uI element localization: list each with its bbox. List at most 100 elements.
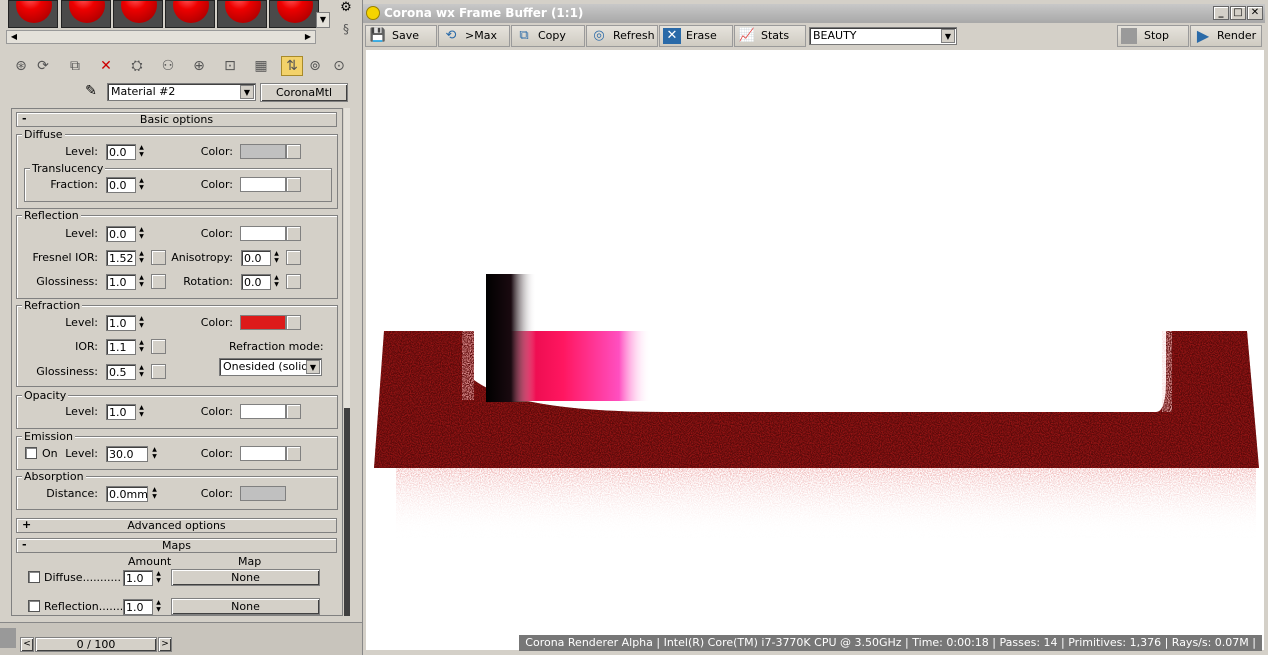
basic-options-rollout[interactable]: - Basic options [16, 112, 337, 127]
refresh-button[interactable]: ◎ Refresh [586, 25, 658, 47]
scroll-right-button[interactable]: ▶ [301, 31, 315, 43]
chevron-down-icon[interactable]: ▼ [941, 29, 955, 43]
refraction-color-swatch[interactable] [240, 315, 286, 330]
show-end-result-icon[interactable]: ▦ [250, 56, 272, 76]
copy-button[interactable]: ⧉ Copy [511, 25, 585, 47]
put-to-scene-icon[interactable]: ⟳ [32, 56, 54, 76]
timeline-next-button[interactable]: > [158, 637, 172, 652]
diffuse-level-input[interactable]: 0.0 [106, 144, 136, 160]
sample-slot-1[interactable] [8, 0, 58, 28]
translucency-map-button[interactable] [286, 177, 301, 192]
sample-slot-4[interactable] [165, 0, 215, 28]
anisotropy-map-button[interactable] [286, 250, 301, 265]
panel-scrollbar[interactable] [344, 108, 350, 616]
material-navigator-icon[interactable]: ⊙ [328, 56, 350, 76]
refraction-level-spinner[interactable]: ▲ ▼ [137, 315, 146, 331]
render-button[interactable]: ▶ Render [1190, 25, 1262, 47]
fresnel-ior-spinner[interactable]: ▲ ▼ [137, 250, 146, 266]
fresnel-ior-input[interactable]: 1.52 [106, 250, 136, 266]
slots-scroll-down-button[interactable]: ▼ [316, 12, 330, 28]
put-to-library-icon[interactable]: ⚇ [157, 56, 179, 76]
diffuse-map-amount-input[interactable]: 1.0 [123, 570, 153, 586]
sample-slot-3[interactable] [113, 0, 163, 28]
close-button[interactable]: ✕ [1247, 6, 1263, 20]
to-max-button[interactable]: ⟲ >Max [438, 25, 510, 47]
stats-button[interactable]: 📈 Stats [734, 25, 806, 47]
eyedropper-icon[interactable]: ✎ [82, 83, 100, 101]
reflection-glossiness-map-button[interactable] [151, 274, 166, 289]
sample-slot-5[interactable] [217, 0, 267, 28]
go-to-parent-icon[interactable]: ⇅ [281, 56, 303, 76]
refraction-glossiness-input[interactable]: 0.5 [106, 364, 136, 380]
slots-scrollbar[interactable]: ◀ ▶ [6, 30, 316, 44]
reflection-level-input[interactable]: 0.0 [106, 226, 136, 242]
maps-rollout[interactable]: - Maps [16, 538, 337, 553]
canvas-scrollbar[interactable] [1264, 50, 1268, 650]
emission-level-spinner[interactable]: ▲ ▼ [150, 446, 159, 462]
refraction-mode-select[interactable]: Onesided (solid) ▼ [219, 358, 322, 376]
get-material-icon[interactable]: ⊛ [10, 56, 32, 76]
fresnel-map-button[interactable] [151, 250, 166, 265]
diffuse-map-slot-button[interactable]: None [171, 569, 320, 586]
ior-input[interactable]: 1.1 [106, 339, 136, 355]
refraction-glossiness-map-button[interactable] [151, 364, 166, 379]
refraction-glossiness-spinner[interactable]: ▲ ▼ [137, 364, 146, 380]
material-id-icon[interactable]: ⊕ [188, 56, 210, 76]
emission-on-checkbox[interactable] [25, 447, 37, 459]
go-forward-sibling-icon[interactable]: ⊚ [304, 56, 326, 76]
opacity-level-input[interactable]: 1.0 [106, 404, 136, 420]
absorption-distance-input[interactable]: 0.0mm [106, 486, 148, 502]
render-canvas[interactable] [366, 50, 1268, 650]
make-unique-icon[interactable]: ⛭ [126, 56, 148, 76]
translucency-fraction-spinner[interactable]: ▲ ▼ [137, 177, 146, 193]
minimize-button[interactable]: _ [1213, 6, 1229, 20]
anisotropy-input[interactable]: 0.0 [241, 250, 271, 266]
diffuse-map-checkbox[interactable] [28, 571, 40, 583]
anisotropy-spinner[interactable]: ▲ ▼ [272, 250, 281, 266]
refraction-level-input[interactable]: 1.0 [106, 315, 136, 331]
rotation-map-button[interactable] [286, 274, 301, 289]
frame-buffer-titlebar[interactable]: Corona wx Frame Buffer (1:1) _ □ ✕ [363, 4, 1265, 23]
emission-map-button[interactable] [286, 446, 301, 461]
opacity-color-swatch[interactable] [240, 404, 286, 419]
chevron-down-icon[interactable]: ▼ [306, 360, 320, 374]
material-type-button[interactable]: CoronaMtl [260, 83, 348, 102]
backlight-icon[interactable]: § [337, 22, 355, 40]
sample-type-icon[interactable]: ⚙ [337, 0, 355, 18]
ior-map-button[interactable] [151, 339, 166, 354]
ior-spinner[interactable]: ▲ ▼ [137, 339, 146, 355]
stop-button[interactable]: Stop [1117, 25, 1189, 47]
reflection-map-amount-input[interactable]: 1.0 [123, 599, 153, 615]
reflection-map-checkbox[interactable] [28, 600, 40, 612]
show-map-icon[interactable]: ⊡ [219, 56, 241, 76]
opacity-level-spinner[interactable]: ▲ ▼ [137, 404, 146, 420]
opacity-map-button[interactable] [286, 404, 301, 419]
emission-color-swatch[interactable] [240, 446, 286, 461]
material-name-field[interactable]: Material #2 ▼ [107, 83, 256, 101]
translucency-fraction-input[interactable]: 0.0 [106, 177, 136, 193]
reflection-glossiness-input[interactable]: 1.0 [106, 274, 136, 290]
render-channel-select[interactable]: BEAUTY ▼ [809, 27, 957, 45]
absorption-distance-spinner[interactable]: ▲ ▼ [150, 486, 159, 502]
rotation-input[interactable]: 0.0 [241, 274, 271, 290]
diffuse-level-spinner[interactable]: ▲ ▼ [137, 144, 146, 160]
reset-map-icon[interactable]: ✕ [95, 56, 117, 76]
timeline-prev-button[interactable]: < [20, 637, 34, 652]
sample-slot-6[interactable] [269, 0, 319, 28]
reflection-map-slot-button[interactable]: None [171, 598, 320, 615]
translucency-color-swatch[interactable] [240, 177, 286, 192]
reflection-map-button[interactable] [286, 226, 301, 241]
panel-scroll-thumb[interactable] [344, 408, 350, 616]
timeline-handle-icon[interactable] [0, 628, 16, 648]
rotation-spinner[interactable]: ▲ ▼ [272, 274, 281, 290]
save-button[interactable]: 💾 Save [365, 25, 437, 47]
chevron-down-icon[interactable]: ▼ [240, 85, 254, 99]
assign-to-selection-icon[interactable]: ⧉ [64, 56, 86, 76]
scroll-left-button[interactable]: ◀ [7, 31, 21, 43]
sample-slot-2[interactable] [61, 0, 111, 28]
timeline-frame-slider[interactable]: 0 / 100 [35, 637, 157, 652]
diffuse-color-swatch[interactable] [240, 144, 286, 159]
erase-button[interactable]: ✕ Erase [659, 25, 733, 47]
reflection-glossiness-spinner[interactable]: ▲ ▼ [137, 274, 146, 290]
advanced-options-rollout[interactable]: + Advanced options [16, 518, 337, 533]
